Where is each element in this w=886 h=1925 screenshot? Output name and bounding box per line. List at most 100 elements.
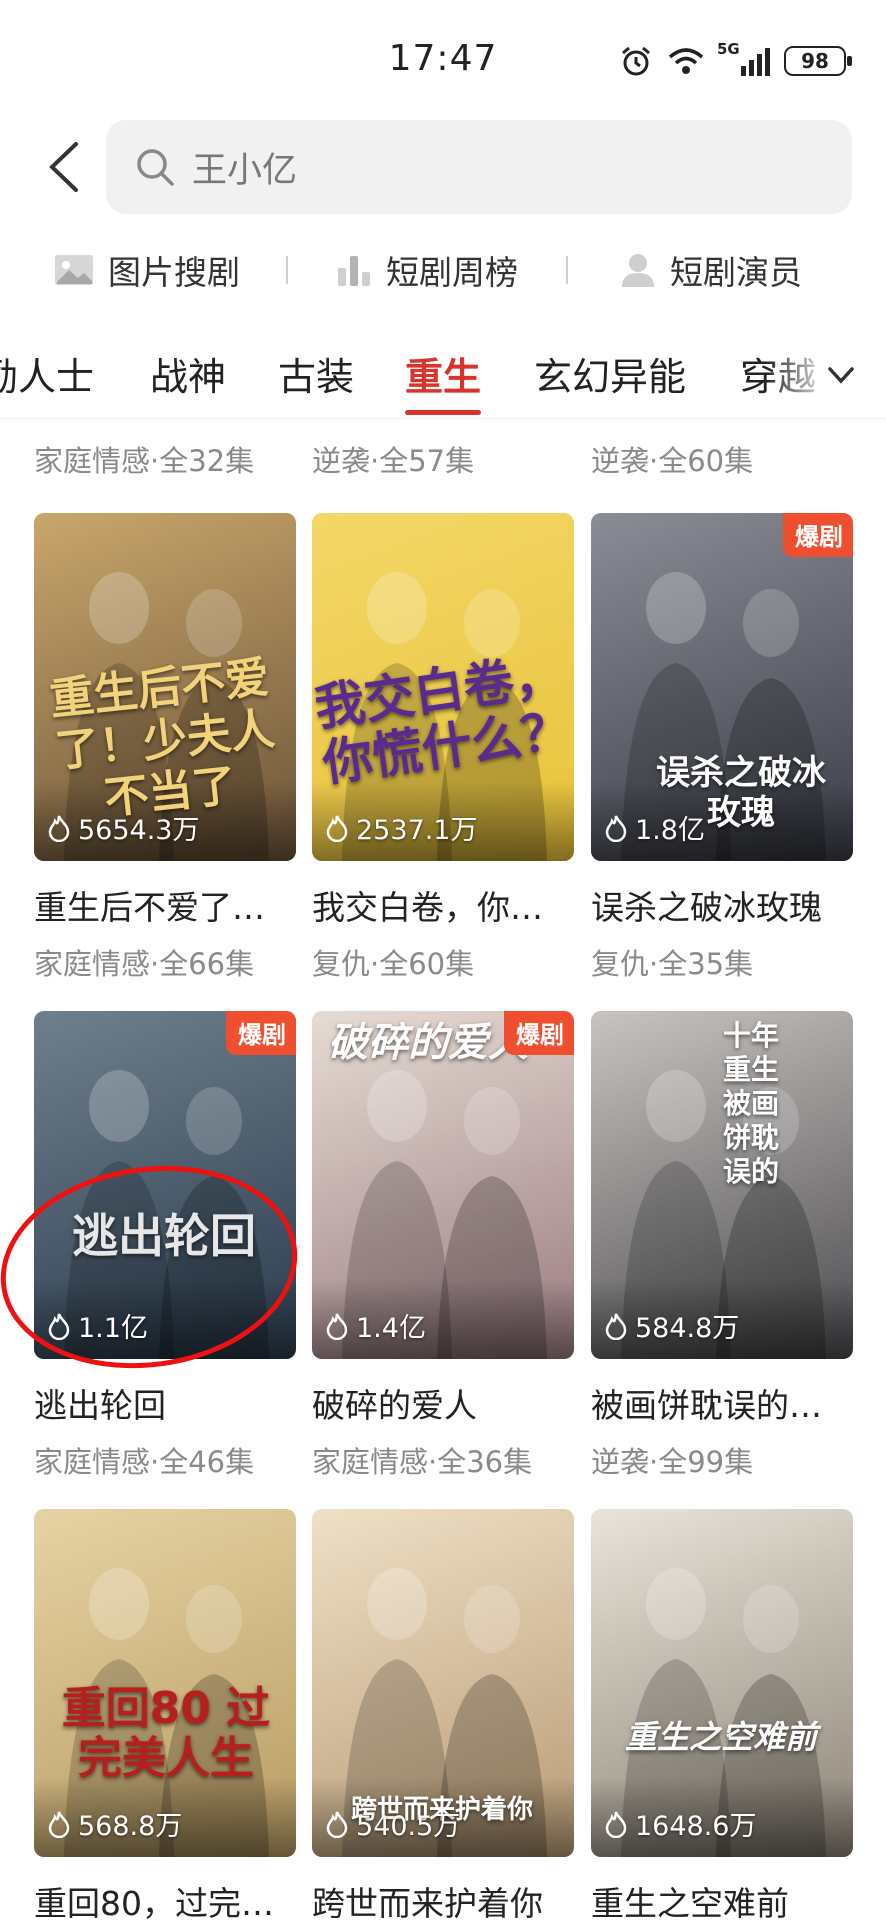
play-count: 1.8亿 [603, 808, 705, 847]
status-icons: 5G 98 [619, 40, 852, 78]
hit-badge: 爆剧 [226, 1011, 296, 1055]
play-count: 1.1亿 [46, 1306, 148, 1345]
wifi-icon [668, 48, 704, 74]
search-input[interactable]: 王小亿 [192, 142, 297, 193]
alarm-icon [622, 46, 650, 76]
flame-icon [605, 815, 627, 842]
flame-icon [326, 1313, 348, 1340]
drama-title[interactable]: 重回80，过完… [34, 1877, 296, 1925]
drama-poster[interactable]: 误杀之破冰玫瑰 爆剧 1.8亿 [591, 513, 853, 861]
back-button[interactable] [38, 136, 98, 196]
category-tabs: 励人士 战神 古装 重生 玄幻异能 穿越 [0, 336, 886, 416]
play-count: 5654.3万 [46, 808, 199, 847]
drama-meta: 逆袭·全99集 [591, 1445, 754, 1479]
drama-poster[interactable]: 重回80 过完美人生 568.8万 [34, 1509, 296, 1857]
drama-card[interactable]: 破碎的爱人 爆剧 1.4亿 破碎的爱人 家庭情感·全36集 [312, 1011, 574, 1481]
drama-meta: 家庭情感·全66集 [34, 947, 255, 981]
play-count: 540.5万 [324, 1804, 460, 1843]
image-search-label: 图片搜剧 [108, 253, 240, 292]
play-count-value: 1.8亿 [635, 815, 705, 846]
play-count: 568.8万 [46, 1804, 182, 1843]
drama-title[interactable]: 破碎的爱人 [312, 1379, 574, 1427]
drama-title[interactable]: 我交白卷，你… [312, 881, 574, 929]
poster-title-art: 十年重生 被画饼耽误的 [722, 1019, 779, 1188]
drama-meta: 家庭情感·全36集 [312, 1445, 533, 1479]
drama-card[interactable]: 重生后不爱了！少夫人不当了 5654.3万重生后不爱了… 家庭情感·全66集 [34, 513, 296, 983]
play-count: 2537.1万 [324, 808, 477, 847]
poster-title-art: 逃出轮回 [72, 1209, 256, 1263]
play-count-value: 568.8万 [78, 1811, 183, 1842]
flame-icon [605, 1811, 627, 1838]
tab-inspirational[interactable]: 励人士 [0, 346, 94, 401]
drama-poster[interactable]: 跨世而来护着你 540.5万 [312, 1509, 574, 1857]
chevron-left-icon [49, 142, 78, 192]
status-bar: 17:47 5G 98 [0, 0, 886, 120]
drama-meta: 复仇·全35集 [591, 947, 754, 981]
drama-poster[interactable]: 重生之空难前 1648.6万 [591, 1509, 853, 1857]
flame-icon [605, 1313, 627, 1340]
drama-poster[interactable]: 我交白卷，你慌什么？ 2537.1万 [312, 513, 574, 861]
drama-title[interactable]: 被画饼耽误的… [591, 1379, 853, 1427]
drama-title[interactable]: 逃出轮回 [34, 1379, 296, 1427]
flame-icon [326, 1811, 348, 1838]
shortcut-divider [286, 256, 288, 284]
drama-title[interactable]: 重生后不爱了… [34, 881, 296, 929]
play-count-value: 1.1亿 [78, 1313, 148, 1344]
image-icon [55, 255, 93, 285]
shortcut-divider [566, 256, 568, 284]
chevron-down-icon[interactable] [824, 358, 858, 392]
drama-title[interactable]: 误杀之破冰玫瑰 [591, 881, 853, 929]
drama-poster[interactable]: 逃出轮回 爆剧 1.1亿 [34, 1011, 296, 1359]
drama-meta: 复仇·全60集 [312, 947, 475, 981]
shortcut-row: 图片搜剧 短剧周榜 短剧演员 [0, 240, 886, 300]
play-count-value: 1648.6万 [635, 1811, 757, 1842]
drama-card[interactable]: 逃出轮回 爆剧 1.1亿 逃出轮回 家庭情感·全46集 [34, 1011, 296, 1481]
poster-title-art: 重生后不爱了！少夫人不当了 [47, 651, 278, 825]
flame-icon [326, 815, 348, 842]
poster-title-art: 破碎的爱人 [328, 1020, 528, 1066]
drama-card[interactable]: 重回80 过完美人生 568.8万重回80，过完… [34, 1509, 296, 1925]
drama-card[interactable]: 我交白卷，你慌什么？ 2537.1万我交白卷，你… 复仇·全60集 [312, 513, 574, 983]
play-count-value: 5654.3万 [78, 815, 200, 846]
drama-poster[interactable]: 十年重生 被画饼耽误的 584.8万 [591, 1011, 853, 1359]
play-count: 1648.6万 [603, 1804, 756, 1843]
tab-rebirth[interactable]: 重生 [405, 346, 481, 401]
actors-label: 短剧演员 [670, 253, 802, 292]
poster-title-art: 重回80 过完美人生 [61, 1683, 271, 1784]
chart-icon [338, 256, 370, 286]
drama-card[interactable]: 误杀之破冰玫瑰 爆剧 1.8亿 误杀之破冰玫瑰 复仇·全35集 [591, 513, 853, 983]
hit-badge: 爆剧 [504, 1011, 574, 1055]
drama-title[interactable]: 重生之空难前 [591, 1877, 853, 1925]
play-count: 1.4亿 [324, 1306, 426, 1345]
play-count: 584.8万 [603, 1306, 739, 1345]
flame-icon [48, 1313, 70, 1340]
drama-card[interactable]: 重生之空难前 1648.6万重生之空难前 [591, 1509, 853, 1925]
tab-fantasy[interactable]: 玄幻异能 [534, 346, 686, 401]
network-label: 5G [717, 40, 740, 58]
drama-poster[interactable]: 破碎的爱人 爆剧 1.4亿 [312, 1011, 574, 1359]
hit-badge: 爆剧 [783, 513, 853, 557]
tab-war-god[interactable]: 战神 [150, 346, 226, 401]
drama-title[interactable]: 跨世而来护着你 [312, 1877, 574, 1925]
drama-meta: 家庭情感·全46集 [34, 1445, 255, 1479]
flame-icon [48, 1811, 70, 1838]
drama-card[interactable]: 十年重生 被画饼耽误的 584.8万被画饼耽误的… 逆袭·全99集 [591, 1011, 853, 1481]
active-tab-indicator [405, 410, 481, 415]
play-count-value: 540.5万 [356, 1811, 461, 1842]
person-icon [622, 254, 654, 287]
weekly-chart-shortcut[interactable]: 短剧周榜 [336, 246, 518, 294]
battery-level: 98 [801, 49, 829, 73]
prev-meta-1: 家庭情感·全32集 [34, 444, 255, 478]
actors-shortcut[interactable]: 短剧演员 [620, 246, 802, 294]
prev-meta-3: 逆袭·全60集 [591, 444, 754, 478]
play-count-value: 2537.1万 [356, 815, 478, 846]
search-bar[interactable]: 王小亿 [106, 120, 852, 214]
tab-costume[interactable]: 古装 [278, 346, 354, 401]
image-search-shortcut[interactable]: 图片搜剧 [54, 246, 240, 294]
play-count-value: 1.4亿 [356, 1313, 426, 1344]
drama-card[interactable]: 跨世而来护着你 540.5万跨世而来护着你 [312, 1509, 574, 1925]
play-count-value: 584.8万 [635, 1313, 740, 1344]
drama-poster[interactable]: 重生后不爱了！少夫人不当了 5654.3万 [34, 513, 296, 861]
search-icon [137, 149, 174, 186]
flame-icon [48, 815, 70, 842]
